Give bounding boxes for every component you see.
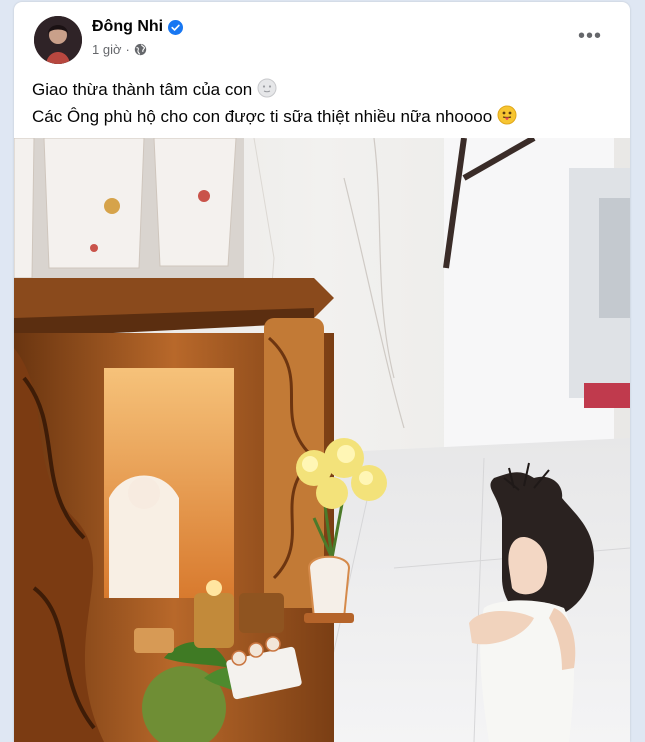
avatar[interactable] (34, 16, 82, 64)
verified-badge-icon (168, 19, 184, 35)
caption-text-1: Giao thừa thành tâm của con (32, 80, 253, 99)
tongue-out-emoji-icon (497, 105, 517, 132)
post-timestamp[interactable]: 1 giờ (92, 42, 122, 57)
post-photo[interactable] (14, 138, 630, 742)
author-name[interactable]: Đông Nhi (92, 18, 163, 36)
post-card: Đông Nhi 1 giờ · ••• Giao thừa thành tâm… (14, 2, 630, 742)
post-header: Đông Nhi 1 giờ · ••• (14, 2, 630, 64)
more-options-button[interactable]: ••• (572, 24, 608, 48)
globe-icon[interactable] (134, 43, 147, 56)
caption-text-2: Các Ông phù hộ cho con được ti sữa thiệt… (32, 107, 493, 126)
caption-line-1: Giao thừa thành tâm của con (32, 78, 517, 105)
more-options-icon: ••• (577, 24, 602, 47)
meta-separator: · (125, 42, 130, 57)
moon-face-emoji-icon (257, 78, 277, 105)
post-caption: Giao thừa thành tâm của con Các Ông phù … (32, 78, 517, 132)
caption-line-2: Các Ông phù hộ cho con được ti sữa thiệt… (32, 105, 517, 132)
